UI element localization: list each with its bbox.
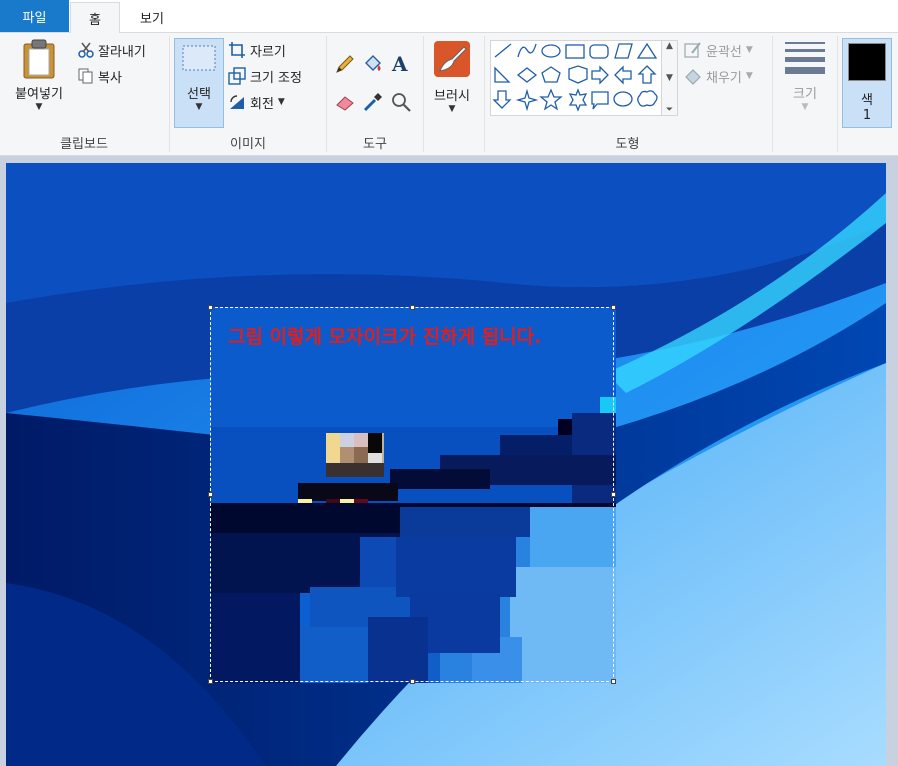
scroll-down-icon[interactable]: ▼	[666, 73, 673, 83]
color1-button[interactable]: 색 1	[842, 38, 892, 128]
shapes-icons	[492, 42, 658, 112]
copy-button[interactable]: 복사	[78, 65, 122, 87]
copy-label: 복사	[98, 70, 122, 86]
copy-icon	[78, 68, 93, 84]
fill-icon	[685, 69, 701, 85]
group-separator	[837, 36, 838, 152]
resize-handle[interactable]	[410, 679, 415, 684]
clipboard-icon	[23, 39, 55, 79]
cut-label: 잘라내기	[98, 44, 146, 60]
tab-home[interactable]: 홈	[70, 2, 120, 33]
tab-file[interactable]: 파일	[0, 0, 69, 32]
select-button[interactable]: 선택 ▼	[174, 38, 224, 128]
chevron-down-icon: ▼	[277, 97, 285, 107]
pencil-icon[interactable]	[334, 53, 356, 75]
paste-button[interactable]: 붙여넣기 ▼	[6, 39, 72, 112]
chevron-down-icon: ▼	[745, 45, 753, 55]
shapes-group-label: 도형	[615, 137, 640, 152]
scissors-icon	[78, 42, 94, 58]
rotate-label: 회전	[250, 96, 274, 112]
canvas-workspace: 그림 이렇게 모자이크가 진하게 됩니다.	[0, 156, 898, 766]
chevron-down-icon: ▼	[801, 102, 809, 112]
resize-handle[interactable]	[208, 679, 213, 684]
crop-label: 자르기	[250, 44, 286, 60]
chevron-down-icon: ▼	[448, 104, 456, 114]
svg-text:A: A	[391, 53, 408, 75]
resize-label: 크기 조정	[250, 70, 302, 86]
group-separator	[423, 36, 424, 152]
ribbon-tabs: 파일 홈 보기	[0, 0, 898, 33]
fill-bucket-icon[interactable]	[362, 53, 384, 75]
resize-button[interactable]: 크기 조정	[228, 65, 302, 87]
color1-number: 1	[862, 108, 872, 123]
shapes-gallery[interactable]	[490, 40, 678, 116]
magnifier-icon[interactable]	[390, 91, 412, 113]
chevron-down-icon: ▼	[35, 102, 43, 112]
resize-icon	[228, 67, 246, 85]
rotate-icon	[230, 95, 244, 109]
size-button[interactable]: 크기 ▼	[780, 41, 830, 112]
select-label: 선택	[187, 87, 211, 102]
eraser-icon[interactable]	[334, 91, 356, 113]
fill-label: 채우기	[706, 70, 742, 86]
brush-icon	[434, 41, 470, 77]
color1-swatch	[848, 43, 886, 81]
brushes-label: 브러시	[434, 89, 470, 104]
resize-handle[interactable]	[611, 679, 616, 684]
crop-button[interactable]: 자르기	[228, 39, 286, 61]
group-separator	[772, 36, 773, 152]
color-picker-icon[interactable]	[362, 91, 384, 113]
resize-handle[interactable]	[611, 492, 616, 497]
fill-button[interactable]: 채우기 ▼	[684, 65, 753, 87]
ribbon: 붙여넣기 ▼ 잘라내기 복사 클립보드 선택 ▼ 자르기 크기 조정 회전 ▼ …	[0, 33, 898, 156]
canvas-caption: 그림 이렇게 모자이크가 진하게 됩니다.	[228, 326, 542, 348]
line-size-icon	[785, 42, 825, 74]
outline-icon	[684, 42, 701, 58]
cut-button[interactable]: 잘라내기	[78, 39, 146, 61]
chevron-down-icon: ▼	[195, 102, 203, 112]
resize-handle[interactable]	[410, 305, 415, 310]
paste-label: 붙여넣기	[15, 87, 63, 102]
resize-handle[interactable]	[208, 305, 213, 310]
outline-label: 윤곽선	[706, 44, 742, 60]
tools-group-label: 도구	[363, 137, 387, 152]
image-group-label: 이미지	[230, 137, 266, 152]
tab-view[interactable]: 보기	[122, 2, 182, 32]
clipboard-group-label: 클립보드	[60, 137, 108, 152]
resize-handle[interactable]	[611, 305, 616, 310]
color1-label: 색	[861, 93, 873, 108]
expand-gallery-icon[interactable]: ⏷	[666, 105, 673, 115]
chevron-down-icon: ▼	[745, 71, 753, 81]
selection-rectangle-icon	[182, 45, 216, 71]
outline-button[interactable]: 윤곽선 ▼	[684, 39, 753, 61]
rotate-button[interactable]: 회전 ▼	[228, 91, 285, 113]
shapes-scrollbar[interactable]: ▲ ▼ ⏷	[661, 40, 678, 116]
text-icon[interactable]: A	[390, 53, 412, 75]
brushes-button[interactable]: 브러시 ▼	[426, 39, 478, 114]
resize-handle[interactable]	[208, 492, 213, 497]
selection-box[interactable]	[208, 305, 616, 684]
size-label: 크기	[793, 87, 817, 102]
crop-icon	[229, 42, 245, 58]
scroll-up-icon[interactable]: ▲	[666, 41, 673, 51]
